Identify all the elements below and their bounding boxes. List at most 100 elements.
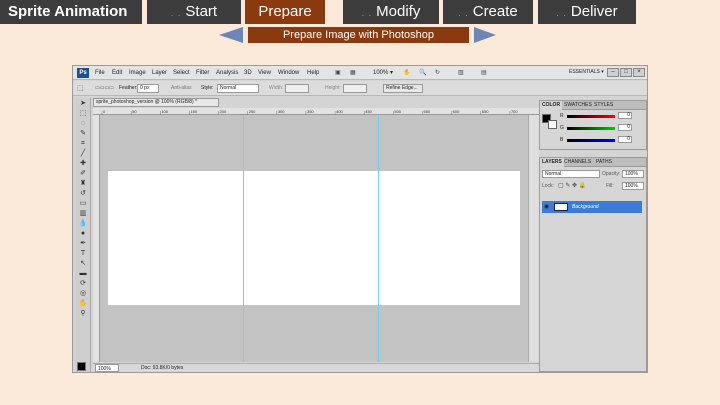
menu-select[interactable]: Select — [173, 66, 190, 80]
healing-brush-tool-icon[interactable]: ✚ — [78, 159, 88, 168]
zoom-tool-icon[interactable]: ⚲ — [78, 309, 88, 318]
next-arrow-icon[interactable] — [474, 27, 496, 43]
blue-value[interactable]: 0 — [618, 136, 632, 143]
nav-tab-label: Create — [472, 3, 518, 20]
tab-swatches[interactable]: SWATCHES — [562, 101, 594, 110]
vertical-scrollbar[interactable] — [528, 115, 539, 362]
anti-alias-checkbox[interactable]: Anti-alias — [171, 84, 192, 93]
maximize-button[interactable]: □ — [620, 68, 632, 77]
options-bar: ⬚ ▭▭▭▭ Feather: 0 px Anti-alias Style: N… — [73, 81, 647, 96]
lock-icons[interactable]: ▢ ✎ ✥ 🔒 — [558, 182, 586, 189]
quick-select-tool-icon[interactable]: ✎ — [78, 129, 88, 138]
section-subtitle: Prepare Image with Photoshop — [248, 27, 469, 43]
status-zoom-input[interactable]: 100% — [95, 364, 119, 372]
height-input[interactable] — [343, 84, 367, 93]
type-tool-icon[interactable]: T — [78, 249, 88, 258]
ruler-tick-label: 600 — [453, 109, 460, 114]
canvas-workspace[interactable] — [100, 115, 539, 362]
foreground-color-swatch[interactable] — [77, 362, 86, 371]
blur-tool-icon[interactable]: 💧 — [78, 219, 88, 228]
fill-input[interactable]: 100% — [622, 182, 644, 190]
nav-tab-modify[interactable]: . . Modify — [343, 0, 439, 24]
minibridge-icon[interactable]: ▦ — [350, 66, 356, 80]
red-channel-label: R — [560, 113, 564, 119]
tab-styles[interactable]: STYLES — [592, 101, 615, 110]
menu-view[interactable]: View — [258, 66, 271, 80]
tab-channels[interactable]: CHANNELS — [562, 158, 593, 167]
screen-mode-icon[interactable]: ▤ — [481, 66, 487, 80]
marquee-tool-icon[interactable]: ⬚ — [78, 109, 88, 118]
color-panel: COLOR SWATCHES STYLES R 0 G 0 B 0 — [539, 100, 647, 150]
opacity-input[interactable]: 100% — [622, 170, 644, 178]
minimize-button[interactable]: – — [607, 68, 619, 77]
nav-tab-create[interactable]: . . Create — [443, 0, 533, 24]
menu-3d[interactable]: 3D — [244, 66, 252, 80]
vertical-ruler — [93, 115, 100, 362]
marquee-tool-icon[interactable]: ⬚ — [77, 84, 84, 93]
hand-tool-icon[interactable]: ✋ — [78, 299, 88, 308]
3d-rotate-tool-icon[interactable]: ⟳ — [78, 279, 88, 288]
nav-tab-start[interactable]: . . Start — [147, 0, 241, 24]
menu-layer[interactable]: Layer — [152, 66, 167, 80]
menu-file[interactable]: File — [95, 66, 105, 80]
tab-color[interactable]: COLOR — [540, 101, 563, 110]
brush-tool-icon[interactable]: ✐ — [78, 169, 88, 178]
zoom-tool-icon[interactable]: 🔍 — [419, 66, 426, 80]
ruler-ticks: 0 50 100 150 200 250 300 350 400 450 500 550 600 650 7… — [101, 109, 518, 115]
ruler-tick-label: 700 — [511, 109, 518, 114]
guide-line[interactable] — [378, 115, 379, 362]
history-brush-tool-icon[interactable]: ↺ — [78, 189, 88, 198]
workspace-switcher[interactable]: ESSENTIALS ▾ — [569, 69, 604, 75]
layer-row-background[interactable]: ◉ Background — [542, 201, 642, 213]
arrange-documents-icon[interactable]: ▥ — [458, 66, 464, 80]
zoom-level-menu[interactable]: 100% ▾ — [373, 66, 393, 80]
nav-tab-prepare[interactable]: Prepare — [245, 0, 325, 24]
move-tool-icon[interactable]: ➤ — [78, 99, 88, 108]
document-canvas[interactable] — [108, 171, 520, 305]
pen-tool-icon[interactable]: ✒ — [78, 239, 88, 248]
blue-slider[interactable] — [567, 139, 615, 142]
menu-edit[interactable]: Edit — [112, 66, 122, 80]
shape-tool-icon[interactable]: ▬ — [78, 269, 88, 278]
menu-image[interactable]: Image — [129, 66, 146, 80]
guide-line[interactable] — [243, 115, 244, 362]
crop-tool-icon[interactable]: ⌗ — [78, 139, 88, 148]
style-select[interactable]: Normal — [217, 84, 259, 93]
eyedropper-tool-icon[interactable]: ╱ — [78, 149, 88, 158]
document-tab[interactable]: sprite_photoshop_version @ 100% (RGB/8) … — [93, 98, 219, 107]
path-selection-tool-icon[interactable]: ↖ — [78, 259, 88, 268]
rotate-view-icon[interactable]: ↻ — [435, 66, 440, 80]
clone-stamp-tool-icon[interactable]: ♜ — [78, 179, 88, 188]
dots-icon: . . — [458, 8, 469, 18]
tab-paths[interactable]: PATHS — [594, 158, 614, 167]
red-value[interactable]: 0 — [618, 112, 632, 119]
green-slider[interactable] — [567, 127, 615, 130]
refine-edge-button[interactable]: Refine Edge... — [383, 84, 423, 93]
red-slider[interactable] — [567, 115, 615, 118]
dodge-tool-icon[interactable]: ● — [78, 229, 88, 238]
hand-tool-icon[interactable]: ✋ — [403, 66, 410, 80]
3d-orbit-tool-icon[interactable]: ◎ — [78, 289, 88, 298]
nav-tab-label: Deliver — [570, 3, 618, 20]
nav-tab-deliver[interactable]: . . Deliver — [538, 0, 636, 24]
photoshop-logo: Ps — [77, 68, 89, 78]
menu-window[interactable]: Window — [278, 66, 299, 80]
width-input[interactable] — [285, 84, 309, 93]
menu-help[interactable]: Help — [307, 66, 319, 80]
selection-mode-icons[interactable]: ▭▭▭▭ — [95, 84, 114, 93]
feather-input[interactable]: 0 px — [137, 84, 159, 93]
menu-analysis[interactable]: Analysis — [216, 66, 238, 80]
previous-arrow-icon[interactable] — [219, 27, 243, 43]
blend-mode-select[interactable]: Normal — [542, 170, 600, 178]
close-button[interactable]: × — [633, 68, 645, 77]
background-color-swatch[interactable] — [548, 120, 557, 129]
green-value[interactable]: 0 — [618, 124, 632, 131]
gradient-tool-icon[interactable]: ▥ — [78, 209, 88, 218]
layer-name[interactable]: Background — [572, 201, 599, 213]
bridge-icon[interactable]: ▣ — [335, 66, 341, 80]
menu-filter[interactable]: Filter — [196, 66, 209, 80]
eraser-tool-icon[interactable]: ▭ — [78, 199, 88, 208]
lasso-tool-icon[interactable]: ◌ — [78, 119, 88, 128]
visibility-eye-icon[interactable]: ◉ — [544, 201, 549, 213]
tab-layers[interactable]: LAYERS — [540, 158, 564, 167]
